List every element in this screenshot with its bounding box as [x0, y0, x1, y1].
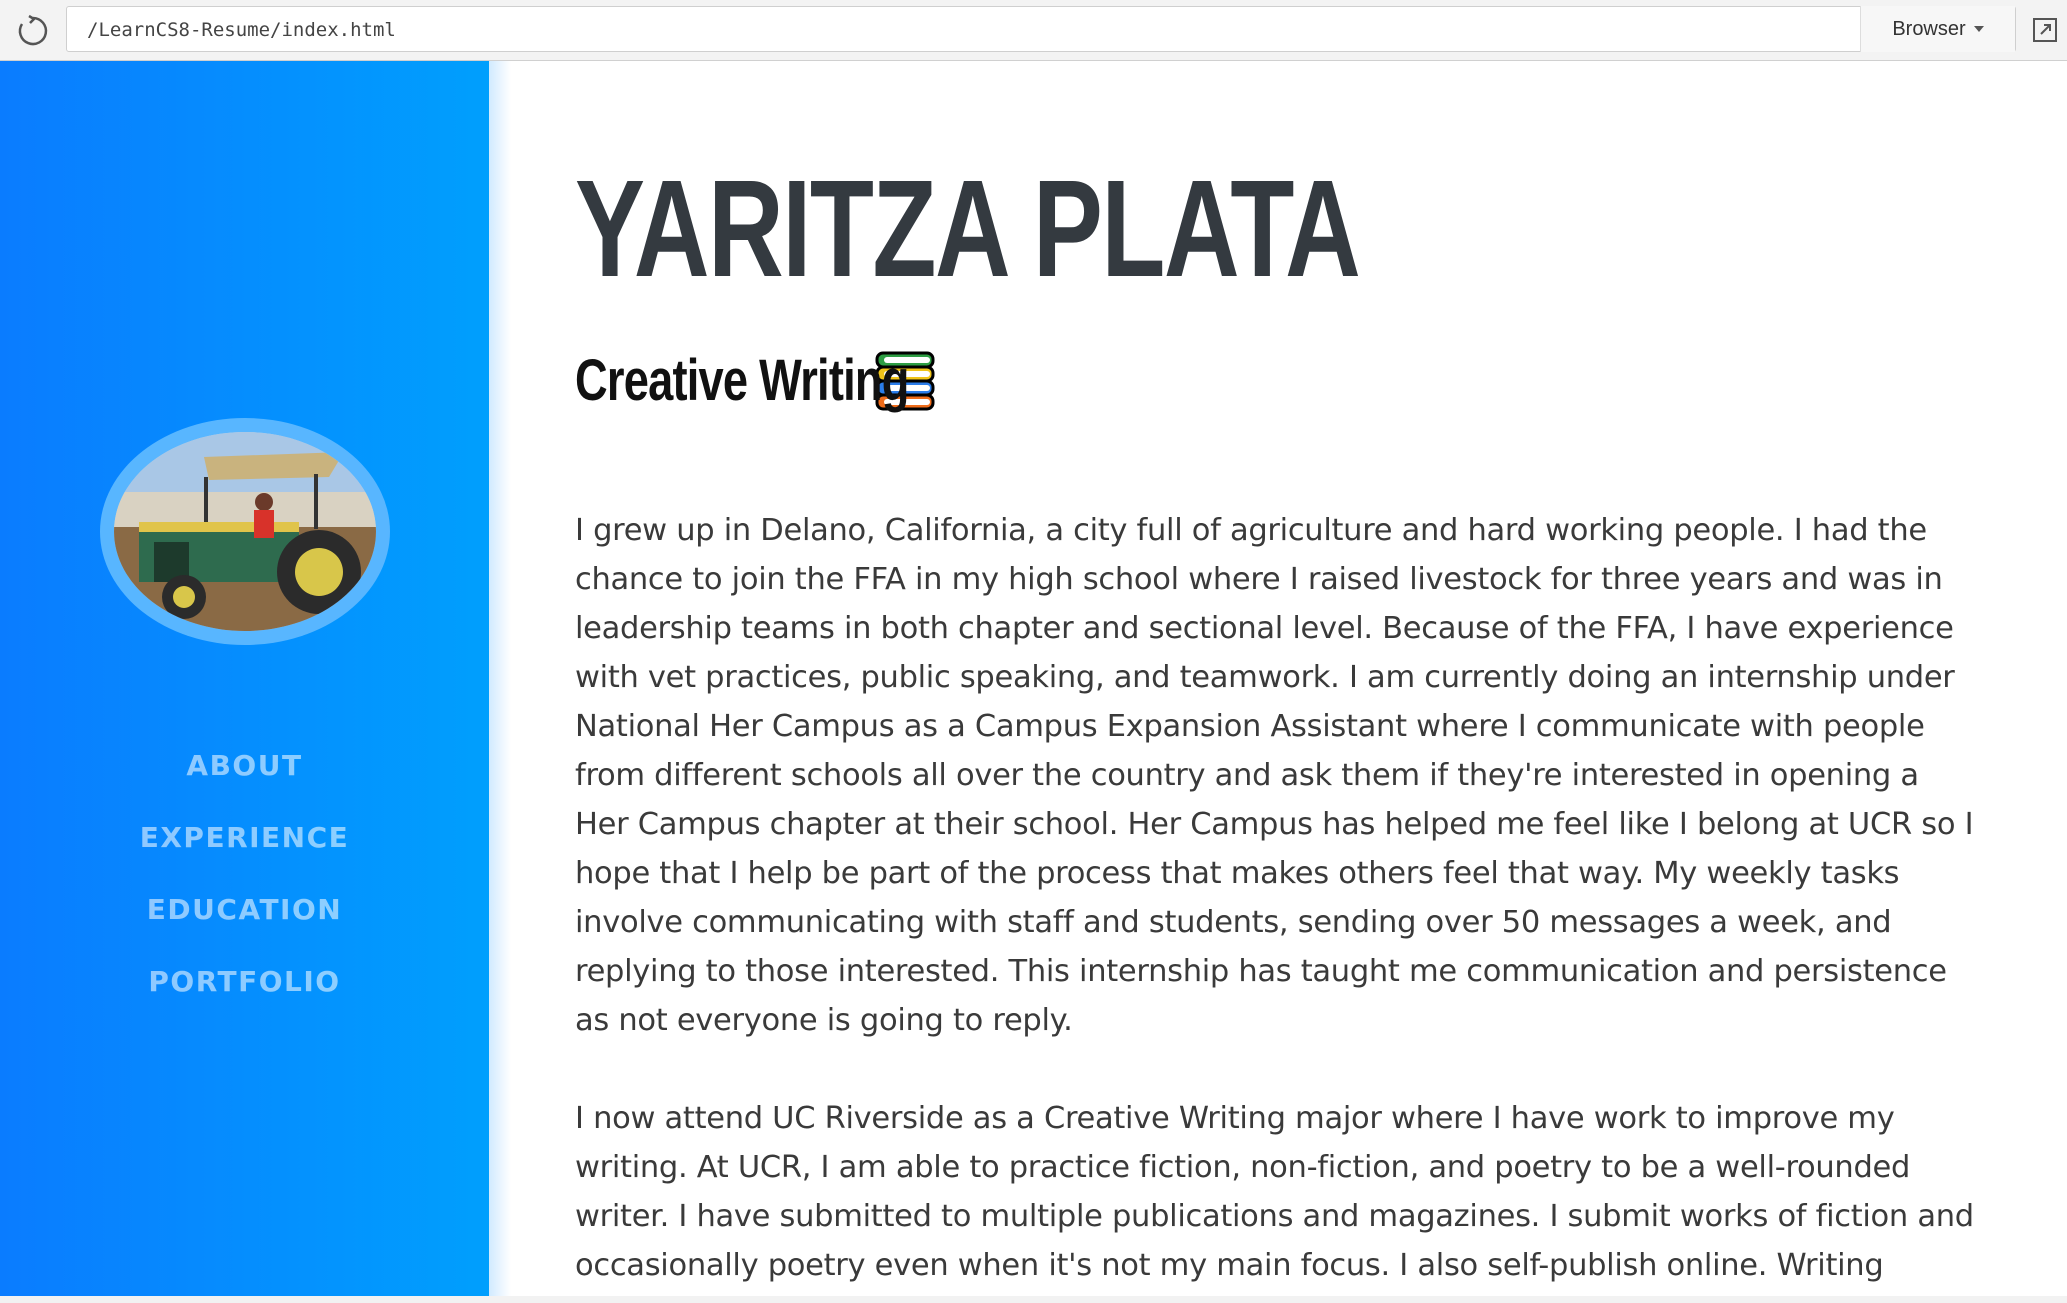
address-bar[interactable]: /LearnCS8-Resume/index.html — [66, 6, 2016, 52]
url-text: /LearnCS8-Resume/index.html — [87, 19, 396, 41]
subtitle-text: Creative Writing — [575, 348, 909, 413]
window-bottom-edge — [0, 1296, 2067, 1303]
tractor-photo — [114, 432, 376, 631]
nav-education[interactable]: EDUCATION — [0, 885, 489, 957]
main-nav: ABOUT EXPERIENCE EDUCATION PORTFOLIO — [0, 741, 489, 1029]
browser-toolbar: /LearnCS8-Resume/index.html Browser — [0, 0, 2067, 61]
about-paragraph-2: I now attend UC Riverside as a Creative … — [575, 1101, 1974, 1283]
sidebar-shadow — [489, 61, 511, 1296]
chevron-down-icon — [1973, 26, 1984, 32]
sidebar: ABOUT EXPERIENCE EDUCATION PORTFOLIO — [0, 61, 489, 1296]
avatar-frame — [100, 418, 390, 645]
popout-icon[interactable] — [2030, 14, 2060, 46]
browser-mode-dropdown[interactable]: Browser — [1860, 6, 2015, 52]
nav-about[interactable]: ABOUT — [0, 741, 489, 813]
reload-icon[interactable] — [14, 12, 52, 50]
subtitle: Creative Writing — [575, 347, 936, 414]
avatar — [114, 432, 376, 631]
nav-portfolio[interactable]: PORTFOLIO — [0, 957, 489, 1029]
nav-experience[interactable]: EXPERIENCE — [0, 813, 489, 885]
page-title: YARITZA PLATA — [575, 152, 1361, 306]
browser-mode-label: Browser — [1892, 17, 1966, 40]
about-paragraph-1: I grew up in Delano, California, a city … — [575, 513, 1974, 1038]
